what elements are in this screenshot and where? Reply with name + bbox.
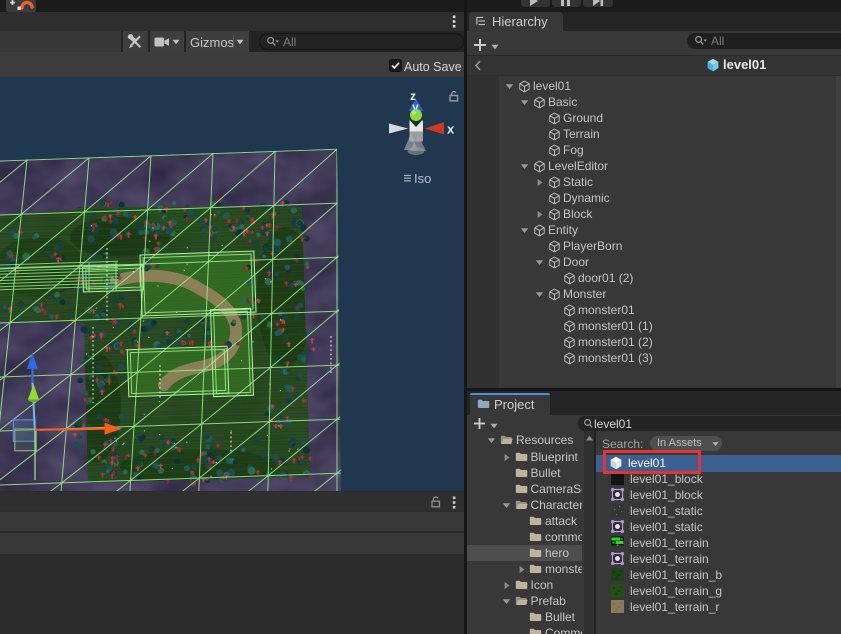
svg-text:x: x: [447, 122, 455, 137]
svg-text:Iso: Iso: [414, 171, 431, 186]
